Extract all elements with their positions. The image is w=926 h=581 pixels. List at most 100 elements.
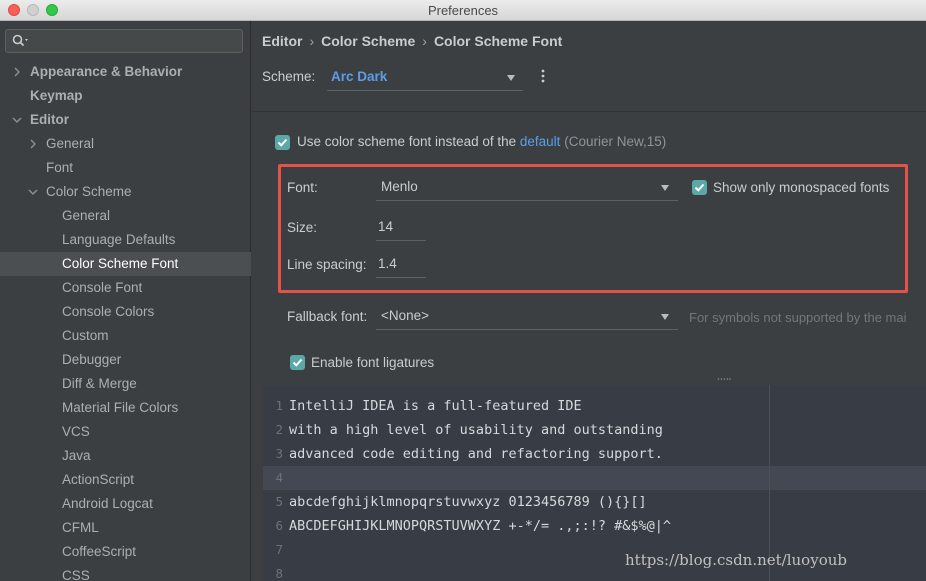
sidebar-item[interactable]: Color Scheme Font — [0, 252, 251, 276]
line-number: 8 — [275, 566, 283, 581]
breadcrumb-item[interactable]: Editor — [262, 33, 302, 49]
title-bar: Preferences — [0, 0, 926, 21]
checkmark-icon — [292, 358, 303, 367]
line-number: 7 — [275, 542, 283, 557]
chevron-right-icon[interactable] — [27, 132, 39, 156]
fallback-font-dropdown[interactable]: <None> — [376, 304, 678, 330]
line-spacing-label: Line spacing: — [287, 257, 367, 272]
code-line: 3 advanced code editing and refactoring s… — [263, 442, 926, 466]
default-font-link[interactable]: default — [520, 134, 561, 149]
use-scheme-font-checkbox[interactable] — [275, 135, 290, 150]
sidebar-item-label: Android Logcat — [62, 496, 153, 511]
line-number: 4 — [275, 470, 283, 485]
sidebar-item[interactable]: Editor — [0, 108, 251, 132]
line-spacing-value: 1.4 — [378, 256, 397, 271]
line-number: 2 — [275, 422, 283, 437]
sidebar-item-label: CSS — [62, 568, 90, 581]
divider — [252, 111, 926, 112]
code-line: 4 — [263, 466, 926, 490]
more-options-icon[interactable] — [541, 69, 545, 83]
line-number: 3 — [275, 446, 283, 461]
size-input[interactable]: 14 — [376, 215, 426, 241]
font-ligatures-label: Enable font ligatures — [311, 355, 435, 370]
sidebar-item-label: Color Scheme — [46, 184, 132, 199]
sidebar-item-label: Console Colors — [62, 304, 155, 319]
code-text: abcdefghijklmnopqrstuvwxyz 0123456789 ()… — [289, 494, 647, 510]
sidebar-item[interactable]: Font — [0, 156, 251, 180]
breadcrumb-item-current: Color Scheme Font — [433, 33, 563, 49]
sidebar-item-label: VCS — [62, 424, 90, 439]
sidebar-item-label: Font — [46, 160, 74, 175]
sidebar-item-label: Keymap — [30, 88, 83, 103]
fallback-font-hint: For symbols not supported by the mai — [689, 310, 907, 325]
sidebar-item[interactable]: Language Defaults — [0, 228, 251, 252]
sidebar-item-label: Editor — [30, 112, 69, 127]
sidebar-item[interactable]: Custom — [0, 324, 251, 348]
sidebar-item-label: Diff & Merge — [62, 376, 137, 391]
sidebar-item[interactable]: Appearance & Behavior — [0, 60, 251, 84]
chevron-down-icon — [661, 314, 669, 320]
resize-grip-icon[interactable] — [717, 377, 731, 381]
scheme-dropdown[interactable]: Arc Dark — [327, 65, 523, 91]
sidebar-item[interactable]: Console Colors — [0, 300, 251, 324]
sidebar-item[interactable]: Console Font — [0, 276, 251, 300]
settings-sidebar: Appearance & Behavior Keymap Editor General… — [0, 21, 251, 581]
chevron-down-icon[interactable] — [27, 180, 39, 204]
sidebar-item[interactable]: CSS — [0, 564, 251, 581]
scheme-value: Arc Dark — [331, 69, 388, 84]
checkmark-icon — [694, 183, 705, 192]
font-ligatures-checkbox[interactable] — [290, 355, 305, 370]
sidebar-item-label: Language Defaults — [62, 232, 176, 247]
line-number: 5 — [275, 494, 283, 509]
chevron-down-icon[interactable] — [11, 108, 23, 132]
sidebar-item-label: CFML — [62, 520, 99, 535]
sidebar-item[interactable]: Keymap — [0, 84, 251, 108]
line-spacing-input[interactable]: 1.4 — [376, 252, 426, 278]
line-number: 6 — [275, 518, 283, 533]
breadcrumb: Editor › Color Scheme › Color Scheme Font — [262, 33, 562, 49]
font-dropdown[interactable]: Menlo — [376, 175, 678, 201]
checkmark-icon — [277, 138, 288, 147]
sidebar-item[interactable]: Android Logcat — [0, 492, 251, 516]
breadcrumb-item[interactable]: Color Scheme — [321, 33, 415, 49]
sidebar-item[interactable]: Java — [0, 444, 251, 468]
chevron-right-icon[interactable] — [11, 60, 23, 84]
sidebar-item[interactable]: Material File Colors — [0, 396, 251, 420]
code-line: 6 ABCDEFGHIJKLMNOPQRSTUVWXYZ +-*/= .,;:!?… — [263, 514, 926, 538]
sidebar-item-label: Java — [62, 448, 91, 463]
sidebar-item[interactable]: Color Scheme — [0, 180, 251, 204]
use-scheme-font-label: Use color scheme font instead of the def… — [297, 134, 666, 149]
sidebar-item-label: ActionScript — [62, 472, 135, 487]
sidebar-item-label: Appearance & Behavior — [30, 64, 183, 79]
sidebar-item[interactable]: ActionScript — [0, 468, 251, 492]
font-label: Font: — [287, 180, 318, 195]
watermark-text: https://blog.csdn.net/luoyoub — [625, 551, 847, 569]
chevron-down-icon — [507, 75, 515, 81]
sidebar-item-label: General — [62, 208, 111, 223]
sidebar-item-label: Color Scheme Font — [62, 256, 179, 271]
code-text: IntelliJ IDEA is a full-featured IDE — [289, 398, 582, 414]
font-value: Menlo — [381, 179, 418, 194]
sidebar-item[interactable]: General — [0, 204, 251, 228]
code-text: ABCDEFGHIJKLMNOPQRSTUVWXYZ +-*/= .,;:!? … — [289, 518, 672, 534]
fallback-font-label: Fallback font: — [287, 309, 368, 324]
sidebar-item[interactable]: CFML — [0, 516, 251, 540]
scheme-label: Scheme: — [262, 69, 316, 84]
default-font-value: (Courier New,15) — [564, 134, 667, 149]
window-title: Preferences — [427, 3, 499, 18]
code-line: 2 with a high level of usability and outs… — [263, 418, 926, 442]
sidebar-item[interactable]: Debugger — [0, 348, 251, 372]
fallback-font-value: <None> — [381, 308, 430, 323]
monospaced-only-checkbox[interactable] — [692, 180, 707, 195]
monospaced-only-label: Show only monospaced fonts — [713, 180, 890, 195]
sidebar-item-label: Custom — [62, 328, 109, 343]
sidebar-item[interactable]: VCS — [0, 420, 251, 444]
sidebar-item[interactable]: Diff & Merge — [0, 372, 251, 396]
code-line: 1 IntelliJ IDEA is a full-featured IDE — [263, 394, 926, 418]
settings-search-input[interactable] — [5, 29, 243, 53]
sidebar-item-label: CoffeeScript — [62, 544, 137, 559]
breadcrumb-separator-icon: › — [422, 33, 427, 49]
sidebar-item[interactable]: General — [0, 132, 251, 156]
size-value: 14 — [378, 219, 394, 234]
sidebar-item[interactable]: CoffeeScript — [0, 540, 251, 564]
